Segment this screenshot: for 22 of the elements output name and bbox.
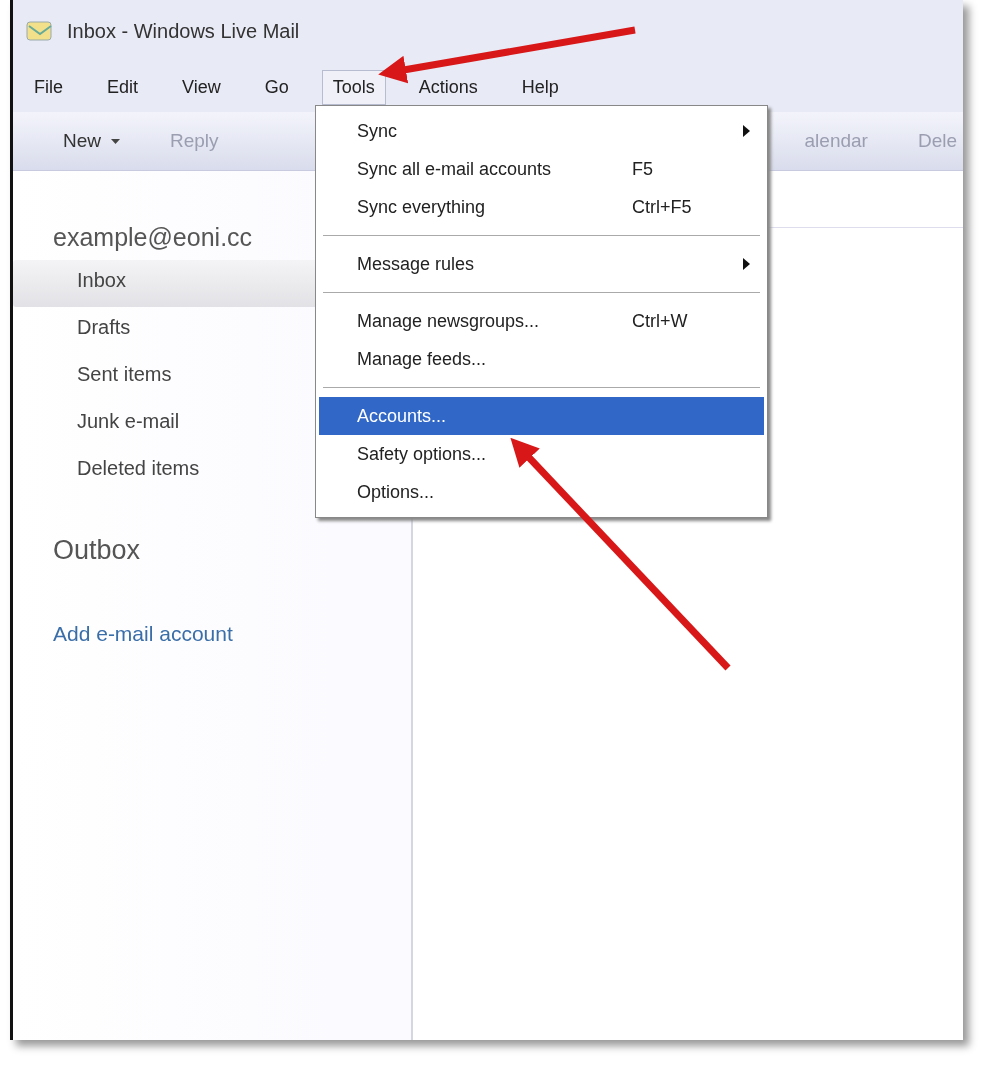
window-title: Inbox - Windows Live Mail [67,19,300,43]
menu-item[interactable]: Sync [319,112,764,150]
menu-bar-item[interactable]: Edit [96,69,150,105]
outbox-heading[interactable]: Outbox [13,535,411,566]
submenu-arrow-icon [743,258,750,270]
mail-app-icon [25,18,55,44]
menu-item[interactable]: Options... [319,473,764,511]
submenu-arrow-icon [743,125,750,137]
menu-item[interactable]: Manage feeds... [319,340,764,378]
menu-bar-item[interactable]: File [23,69,74,105]
menu-bar-item[interactable]: Actions [407,69,489,105]
add-account-link[interactable]: Add e-mail account [13,622,411,646]
caret-icon [111,138,120,144]
menu-bar-item[interactable]: View [171,69,232,105]
menu-item[interactable]: Accounts... [319,397,764,435]
menu-bar-item[interactable]: Go [253,69,300,105]
toolbar-button[interactable]: New [63,130,120,152]
menu-item[interactable]: Safety options... [319,435,764,473]
menu-bar-item[interactable]: Help [510,69,570,105]
menu-bar-item[interactable]: Tools [321,69,386,105]
menu-item[interactable]: Sync all e-mail accounts F5 [319,150,764,188]
menu-item[interactable]: Sync everything Ctrl+F5 [319,188,764,226]
